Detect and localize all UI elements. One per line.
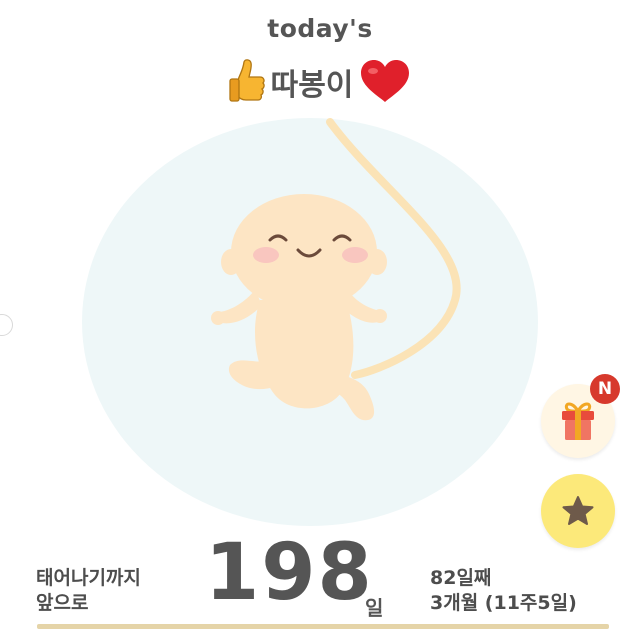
pregnancy-day: 82일째 [430,567,492,589]
pregnancy-progress: 82일째 3개월 (11주5일) [430,566,577,616]
gift-icon [562,402,594,440]
days-until-birth: 198 [205,528,374,618]
countdown-label-line1: 태어나기까지 [36,567,141,589]
countdown-label-line2: 앞으로 [36,592,89,614]
favorite-button[interactable] [541,474,615,548]
countdown-label: 태어나기까지 앞으로 [36,566,141,616]
pregnancy-month-week: 3개월 (11주5일) [430,592,577,614]
star-icon [562,496,594,525]
divider [37,624,609,629]
days-unit: 일 [365,596,384,620]
new-badge: N [590,374,620,404]
